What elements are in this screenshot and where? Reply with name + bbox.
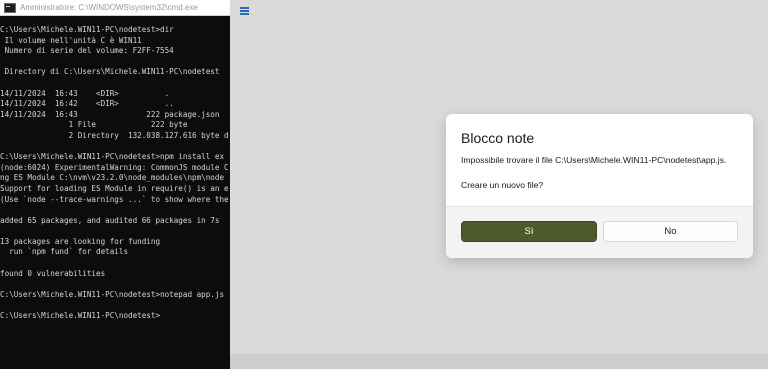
cmd-line: (node:6024) ExperimentalWarning: CommonJ… <box>0 162 229 172</box>
cmd-line: C:\Users\Michele.WIN11-PC\nodetest>npm i… <box>0 152 225 162</box>
cmd-line: 1 File 222 byte <box>0 120 188 130</box>
notepad-status-bar <box>230 354 768 369</box>
cmd-line: Support for loading ES Module in require… <box>0 183 229 193</box>
cmd-window[interactable]: Amministratore: C:\WINDOWS\system32\cmd.… <box>0 0 230 369</box>
cmd-output[interactable]: C:\Users\Michele.WIN11-PC\nodetest>dir I… <box>0 25 230 322</box>
no-button[interactable]: No <box>603 221 738 242</box>
terminal-icon <box>4 2 16 13</box>
cmd-title: Amministratore: C:\WINDOWS\system32\cmd.… <box>20 3 198 12</box>
cmd-line: 13 packages are looking for funding <box>0 236 161 246</box>
cmd-line <box>0 300 230 311</box>
cmd-line <box>0 226 230 237</box>
cmd-line: Directory di C:\Users\Michele.WIN11-PC\n… <box>0 67 220 77</box>
cmd-titlebar[interactable]: Amministratore: C:\WINDOWS\system32\cmd.… <box>0 0 230 16</box>
cmd-line: 2 Directory 132.038.127.616 byte d <box>0 130 229 140</box>
cmd-line: (Use `node --trace-warnings ...` to show… <box>0 194 229 204</box>
notepad-menu-icon[interactable] <box>240 7 249 17</box>
cmd-line: added 65 packages, and audited 66 packag… <box>0 215 220 225</box>
cmd-line: C:\Users\Michele.WIN11-PC\nodetest>dir <box>0 25 174 34</box>
dialog-title: Blocco note <box>461 130 535 146</box>
cmd-line: 14/11/2024 16:42 <DIR> .. <box>0 99 174 109</box>
cmd-line <box>0 142 230 153</box>
cmd-line: 14/11/2024 16:43 222 package.json <box>0 109 220 119</box>
cmd-line <box>0 205 230 216</box>
cmd-line: found 0 vulnerabilities <box>0 268 106 278</box>
cmd-line: C:\Users\Michele.WIN11-PC\nodetest> <box>0 311 161 321</box>
cmd-line <box>0 57 230 68</box>
notepad-dialog: Blocco note Impossibile trovare il file … <box>446 114 753 258</box>
cmd-line: run `npm fund` for details <box>0 247 129 257</box>
dialog-footer: Sì No <box>446 206 753 258</box>
cmd-line: Il volume nell'unità C è WIN11 <box>0 35 142 45</box>
cmd-line <box>0 78 230 89</box>
yes-button[interactable]: Sì <box>461 221 597 242</box>
dialog-question: Creare un nuovo file? <box>461 180 544 190</box>
cmd-line: ng ES Module C:\nvm\v23.2.0\node_modules… <box>0 173 225 183</box>
cmd-line: Numero di serie del volume: F2FF-7554 <box>0 46 174 56</box>
dialog-message: Impossibile trovare il file C:\Users\Mic… <box>461 155 727 165</box>
cmd-line: C:\Users\Michele.WIN11-PC\nodetest>notep… <box>0 289 225 299</box>
cmd-line <box>0 258 230 269</box>
cmd-line: 14/11/2024 16:43 <DIR> . <box>0 88 170 98</box>
cmd-line <box>0 279 230 290</box>
